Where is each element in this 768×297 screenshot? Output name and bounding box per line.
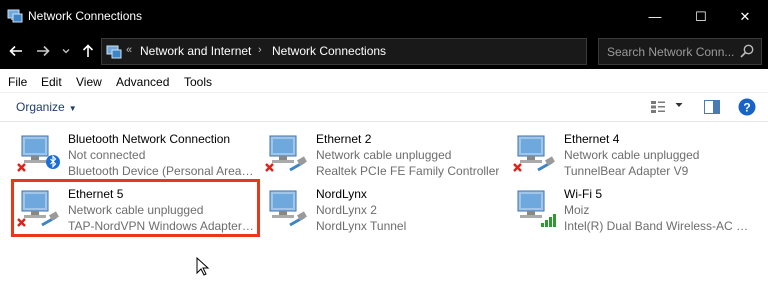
connection-tile-nordlynx[interactable]: NordLynx NordLynx 2 NordLynx Tunnel: [260, 181, 504, 233]
connection-tile-ethernet-4[interactable]: Ethernet 4 Network cable unplugged Tunne…: [508, 126, 752, 178]
connections-list: Bluetooth Network Connection Not connect…: [0, 122, 768, 297]
svg-text:?: ?: [743, 101, 750, 115]
title-bar: Network Connections — ☐ ✕: [0, 0, 768, 33]
connection-status: Network cable unplugged: [564, 148, 700, 162]
connection-adapter: NordLynx Tunnel: [316, 219, 407, 233]
up-arrow-icon[interactable]: [78, 41, 98, 61]
preview-pane-icon[interactable]: [704, 100, 720, 114]
search-input[interactable]: [607, 44, 735, 60]
command-bar: Organize ▼ ?: [0, 93, 768, 122]
connection-status: Network cable unplugged: [68, 203, 204, 217]
organize-button[interactable]: Organize ▼: [16, 100, 77, 114]
menu-edit[interactable]: Edit: [41, 75, 62, 89]
connection-name: Wi-Fi 5: [564, 187, 602, 201]
connection-status: Moiz: [564, 203, 590, 217]
connection-tile-ethernet-2[interactable]: Ethernet 2 Network cable unplugged Realt…: [260, 126, 504, 178]
minimize-button[interactable]: —: [632, 0, 678, 33]
bluetooth-network-adapter-icon: [17, 135, 60, 172]
organize-caret-icon: ▼: [68, 104, 77, 113]
connection-name: NordLynx: [316, 187, 367, 201]
search-box[interactable]: [598, 38, 762, 65]
menu-file[interactable]: File: [8, 75, 27, 89]
network-connections-app-icon: [7, 9, 23, 23]
forward-arrow-icon[interactable]: [33, 41, 53, 61]
connection-status: Network cable unplugged: [316, 148, 452, 162]
connection-adapter: Realtek PCIe FE Family Controller: [316, 164, 500, 178]
help-icon[interactable]: ?: [738, 98, 756, 116]
connection-tile-wifi-5[interactable]: Wi-Fi 5 Moiz Intel(R) Dual Band Wireless…: [508, 181, 752, 233]
ethernet-adapter-icon: [513, 135, 555, 172]
connection-tile-ethernet-5[interactable]: Ethernet 5 Network cable unplugged TAP-N…: [12, 181, 256, 233]
connection-name: Ethernet 4: [564, 132, 620, 146]
ethernet-adapter-icon: [269, 190, 307, 227]
organize-label: Organize: [16, 100, 65, 114]
connection-adapter: TAP-NordVPN Windows Adapter ...: [68, 219, 254, 233]
connection-name: Ethernet 2: [316, 132, 372, 146]
search-icon[interactable]: [739, 43, 755, 59]
breadcrumb-network-connections[interactable]: Network Connections: [272, 44, 386, 58]
connection-adapter: Bluetooth Device (Personal Area ...: [68, 164, 254, 178]
menu-advanced[interactable]: Advanced: [116, 75, 169, 89]
menu-view[interactable]: View: [76, 75, 102, 89]
control-panel-icon: [106, 45, 122, 59]
connection-status: Not connected: [68, 148, 146, 162]
maximize-button[interactable]: ☐: [678, 0, 724, 33]
view-options-dropdown-icon[interactable]: [675, 101, 683, 109]
close-button[interactable]: ✕: [722, 0, 768, 33]
connection-adapter: Intel(R) Dual Band Wireless-AC 31...: [564, 219, 750, 233]
connection-status: NordLynx 2: [316, 203, 377, 217]
address-bar-row: « Network and Internet › Network Connect…: [0, 33, 768, 69]
menu-tools[interactable]: Tools: [184, 75, 212, 89]
window-title: Network Connections: [28, 9, 143, 23]
breadcrumb-network-and-internet[interactable]: Network and Internet: [140, 44, 251, 58]
connection-name: Ethernet 5: [68, 187, 124, 201]
breadcrumb-separator[interactable]: ›: [258, 44, 262, 56]
connection-tile-bluetooth[interactable]: Bluetooth Network Connection Not connect…: [12, 126, 256, 178]
ethernet-adapter-icon: [265, 135, 307, 172]
menu-bar: File Edit View Advanced Tools: [0, 69, 768, 93]
wifi-adapter-icon: [517, 190, 556, 227]
recent-locations-chevron-icon[interactable]: [60, 41, 72, 61]
breadcrumb-overflow[interactable]: «: [126, 44, 132, 56]
change-view-icon[interactable]: [650, 100, 666, 114]
connection-name: Bluetooth Network Connection: [68, 132, 231, 146]
address-box[interactable]: « Network and Internet › Network Connect…: [101, 38, 678, 65]
connection-adapter: TunnelBear Adapter V9: [564, 164, 689, 178]
back-arrow-icon[interactable]: [6, 41, 26, 61]
mouse-pointer-icon: [196, 257, 210, 276]
ethernet-adapter-icon: [17, 190, 59, 227]
